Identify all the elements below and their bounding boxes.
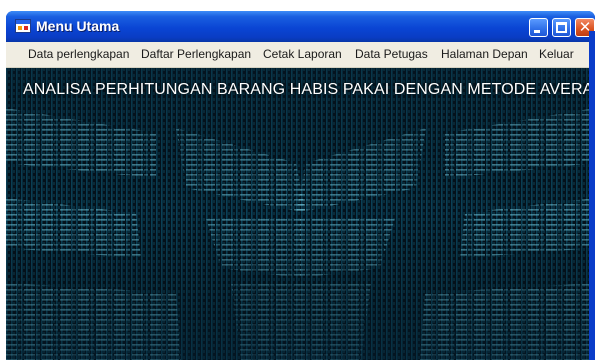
minimize-button[interactable] xyxy=(529,18,548,37)
menu-daftar-perlengkapan[interactable]: Daftar Perlengkapan xyxy=(141,42,251,67)
page-heading-banner: ANALISA PERHITUNGAN BARANG HABIS PAKAI D… xyxy=(23,81,595,98)
main-content-area: ANALISA PERHITUNGAN BARANG HABIS PAKAI D… xyxy=(6,68,595,360)
menu-keluar[interactable]: Keluar xyxy=(539,42,574,67)
menu-bar: Data perlengkapan Daftar Perlengkapan Ce… xyxy=(6,42,595,68)
window-title: Menu Utama xyxy=(36,18,120,34)
maximize-button[interactable] xyxy=(552,18,571,37)
menu-halaman-depan[interactable]: Halaman Depan xyxy=(441,42,528,67)
title-bar[interactable]: Menu Utama ✕ xyxy=(6,11,595,42)
menu-cetak-laporan[interactable]: Cetak Laporan xyxy=(263,42,342,67)
matrix-background-image xyxy=(6,68,595,360)
app-form-icon[interactable] xyxy=(15,19,31,33)
minimize-icon xyxy=(534,30,540,33)
menu-data-petugas[interactable]: Data Petugas xyxy=(355,42,428,67)
window-right-border xyxy=(589,31,595,360)
maximize-icon xyxy=(556,22,567,33)
menu-data-perlengkapan[interactable]: Data perlengkapan xyxy=(28,42,129,67)
main-window: Menu Utama ✕ Data perlengkapan Daftar Pe… xyxy=(6,11,595,360)
